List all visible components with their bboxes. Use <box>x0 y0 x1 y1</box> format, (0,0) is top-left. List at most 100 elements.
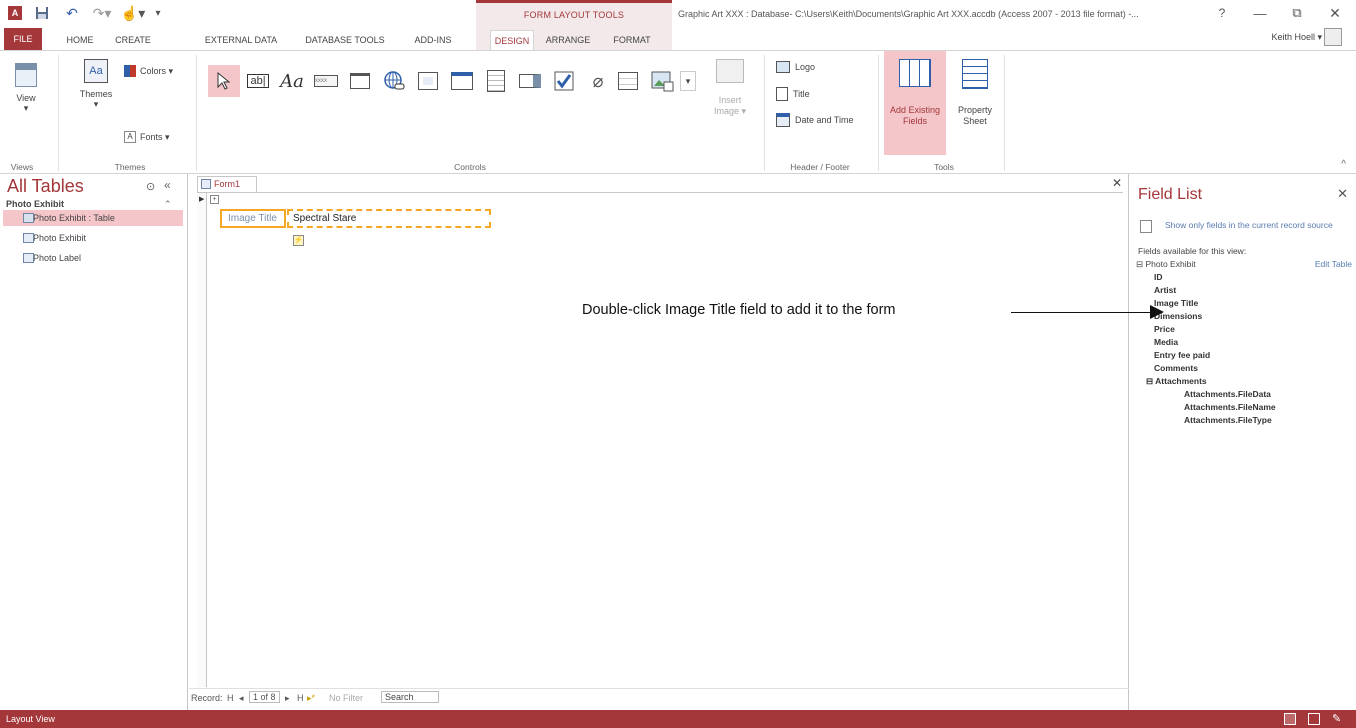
user-account[interactable]: Keith Hoell ▾ <box>1271 32 1322 43</box>
field-comments[interactable]: Comments <box>1154 363 1198 373</box>
view-label: View <box>16 93 36 103</box>
touch-mode-icon[interactable]: ☝▾ <box>120 4 146 22</box>
collapse-section-icon[interactable]: ⌃ <box>164 199 172 210</box>
nav-title[interactable]: All Tables <box>7 176 84 197</box>
title-button[interactable]: Title <box>776 87 810 101</box>
title-icon <box>776 87 788 101</box>
tab-arrange[interactable]: ARRANGE <box>540 30 596 50</box>
field-media[interactable]: Media <box>1154 337 1178 347</box>
image-control-icon[interactable] <box>646 65 678 97</box>
minimize-button[interactable]: — <box>1243 2 1277 24</box>
themes-button[interactable]: Aa Themes ▾ <box>74 59 118 149</box>
date-time-button[interactable]: Date and Time <box>776 113 854 127</box>
tab-file[interactable]: FILE <box>4 28 42 50</box>
nav-item-photo-exhibit-table[interactable]: Photo Exhibit : Table <box>3 210 183 226</box>
field-entry-fee-paid[interactable]: Entry fee paid <box>1154 350 1210 360</box>
image-title-textbox[interactable]: Spectral Stare <box>287 209 491 228</box>
tab-format[interactable]: FORMAT <box>604 30 660 50</box>
tab-external-data[interactable]: EXTERNAL DATA <box>196 30 286 50</box>
show-only-current-fields-link[interactable]: Show only fields in the current record s… <box>1165 220 1345 231</box>
view-icon <box>15 63 37 87</box>
record-selector[interactable]: ▶ <box>197 193 207 687</box>
nav-item-photo-label[interactable]: Photo Label <box>3 250 183 266</box>
fonts-button[interactable]: A Fonts ▾ <box>124 131 170 143</box>
new-record-button[interactable]: ▸* <box>307 693 315 704</box>
redo-icon[interactable]: ↷▾ <box>88 4 116 22</box>
close-window-button[interactable]: ✕ <box>1318 2 1352 24</box>
search-input[interactable]: Search <box>381 691 439 703</box>
web-browser-control-icon[interactable] <box>412 65 444 97</box>
field-attachments-filedata[interactable]: Attachments.FileData <box>1184 389 1271 399</box>
help-button[interactable]: ? <box>1205 2 1239 24</box>
attachment-icon[interactable]: ⌀ <box>582 65 614 97</box>
form-view-icon[interactable] <box>1284 713 1296 725</box>
image-title-label[interactable]: Image Title <box>220 209 286 228</box>
last-record-button[interactable]: H <box>297 693 304 703</box>
combo-box-icon[interactable] <box>514 65 546 97</box>
arrow-right-icon <box>1150 305 1164 319</box>
subform-icon[interactable] <box>612 65 644 97</box>
option-group-icon[interactable] <box>480 65 512 97</box>
checkbox-control-icon[interactable] <box>548 65 580 97</box>
table-icon <box>23 213 34 223</box>
no-filter-button[interactable]: No Filter <box>329 693 363 703</box>
navigation-control-icon[interactable] <box>446 65 478 97</box>
select-pointer-icon[interactable] <box>208 65 240 97</box>
save-icon[interactable] <box>32 4 52 22</box>
layout-options-icon[interactable]: ⚡ <box>293 235 304 246</box>
first-record-button[interactable]: H <box>227 693 234 703</box>
colors-button[interactable]: Colors ▾ <box>124 65 173 77</box>
field-id[interactable]: ID <box>1154 272 1163 282</box>
field-artist[interactable]: Artist <box>1154 285 1176 295</box>
nav-item-photo-exhibit[interactable]: Photo Exhibit <box>3 230 183 246</box>
current-record-field[interactable]: 1 of 8 <box>249 691 280 703</box>
tab-home[interactable]: HOME <box>58 30 102 50</box>
undo-icon[interactable]: ↶ <box>62 4 82 22</box>
access-logo-icon: A <box>6 4 24 22</box>
next-record-button[interactable]: ▸ <box>285 693 290 704</box>
nav-section-header[interactable]: Photo Exhibit <box>6 199 64 209</box>
layout-selector-icon[interactable]: + <box>210 195 219 204</box>
avatar[interactable] <box>1324 28 1342 46</box>
close-document-icon[interactable]: ✕ <box>1112 176 1122 190</box>
nav-menu-icon[interactable]: ⊙ <box>146 180 155 193</box>
tab-form1[interactable]: Form1 <box>197 176 257 192</box>
field-attachments-filename[interactable]: Attachments.FileName <box>1184 402 1276 412</box>
layout-view-icon[interactable] <box>1308 713 1320 725</box>
field-list-table[interactable]: ⊟ Photo Exhibit <box>1136 259 1196 270</box>
close-icon[interactable]: ✕ <box>1337 186 1348 202</box>
ribbon-tabs: FILE HOME CREATE EXTERNAL DATA DATABASE … <box>0 26 1356 51</box>
tab-database-tools[interactable]: DATABASE TOOLS <box>294 30 396 50</box>
date-time-label: Date and Time <box>795 115 854 125</box>
controls-more-icon[interactable]: ▾ <box>680 71 696 91</box>
field-list-pane: Field List ✕ Show only fields in the cur… <box>1130 174 1356 710</box>
shutter-bar-icon[interactable]: « <box>164 178 171 192</box>
tab-create[interactable]: CREATE <box>108 30 158 50</box>
insert-image-button[interactable]: Insert Image ▾ <box>706 59 754 149</box>
text-box-icon[interactable]: ab| <box>242 65 274 97</box>
hyperlink-icon[interactable] <box>378 65 410 97</box>
field-attachments-filetype[interactable]: Attachments.FileType <box>1184 415 1272 425</box>
tab-add-ins[interactable]: ADD-INS <box>408 30 458 50</box>
divider <box>58 55 59 171</box>
field-price[interactable]: Price <box>1154 324 1175 334</box>
restore-button[interactable]: ⧉ <box>1280 2 1314 24</box>
button-control-icon[interactable]: xxxx <box>310 65 342 97</box>
tab-control-icon[interactable] <box>344 65 376 97</box>
design-view-icon[interactable]: ✎ <box>1332 713 1344 725</box>
customize-quick-access-icon[interactable]: ▾ <box>150 4 166 22</box>
add-existing-fields-button[interactable]: Add Existing Fields <box>884 51 946 155</box>
previous-record-button[interactable]: ◂ <box>239 693 244 704</box>
edit-table-link[interactable]: Edit Table <box>1315 259 1352 269</box>
ribbon: View ▾ Views Aa Themes ▾ Colors ▾ A Font… <box>0 50 1356 174</box>
collapse-ribbon-icon[interactable]: ^ <box>1341 159 1346 170</box>
field-attachments[interactable]: ⊟ Attachments <box>1146 376 1207 387</box>
form-layout-surface[interactable]: ▶ + Image Title Spectral Stare ⚡ <box>197 192 1123 687</box>
view-button[interactable]: View ▾ <box>6 59 46 149</box>
property-sheet-button[interactable]: Property Sheet <box>948 59 1002 155</box>
logo-button[interactable]: Logo <box>776 61 815 73</box>
document-area: Form1 ✕ ▶ + Image Title Spectral Stare ⚡… <box>189 174 1129 710</box>
insert-image-icon <box>716 59 744 83</box>
label-control-icon[interactable]: Aa <box>276 65 308 97</box>
tab-design[interactable]: DESIGN <box>490 30 534 51</box>
